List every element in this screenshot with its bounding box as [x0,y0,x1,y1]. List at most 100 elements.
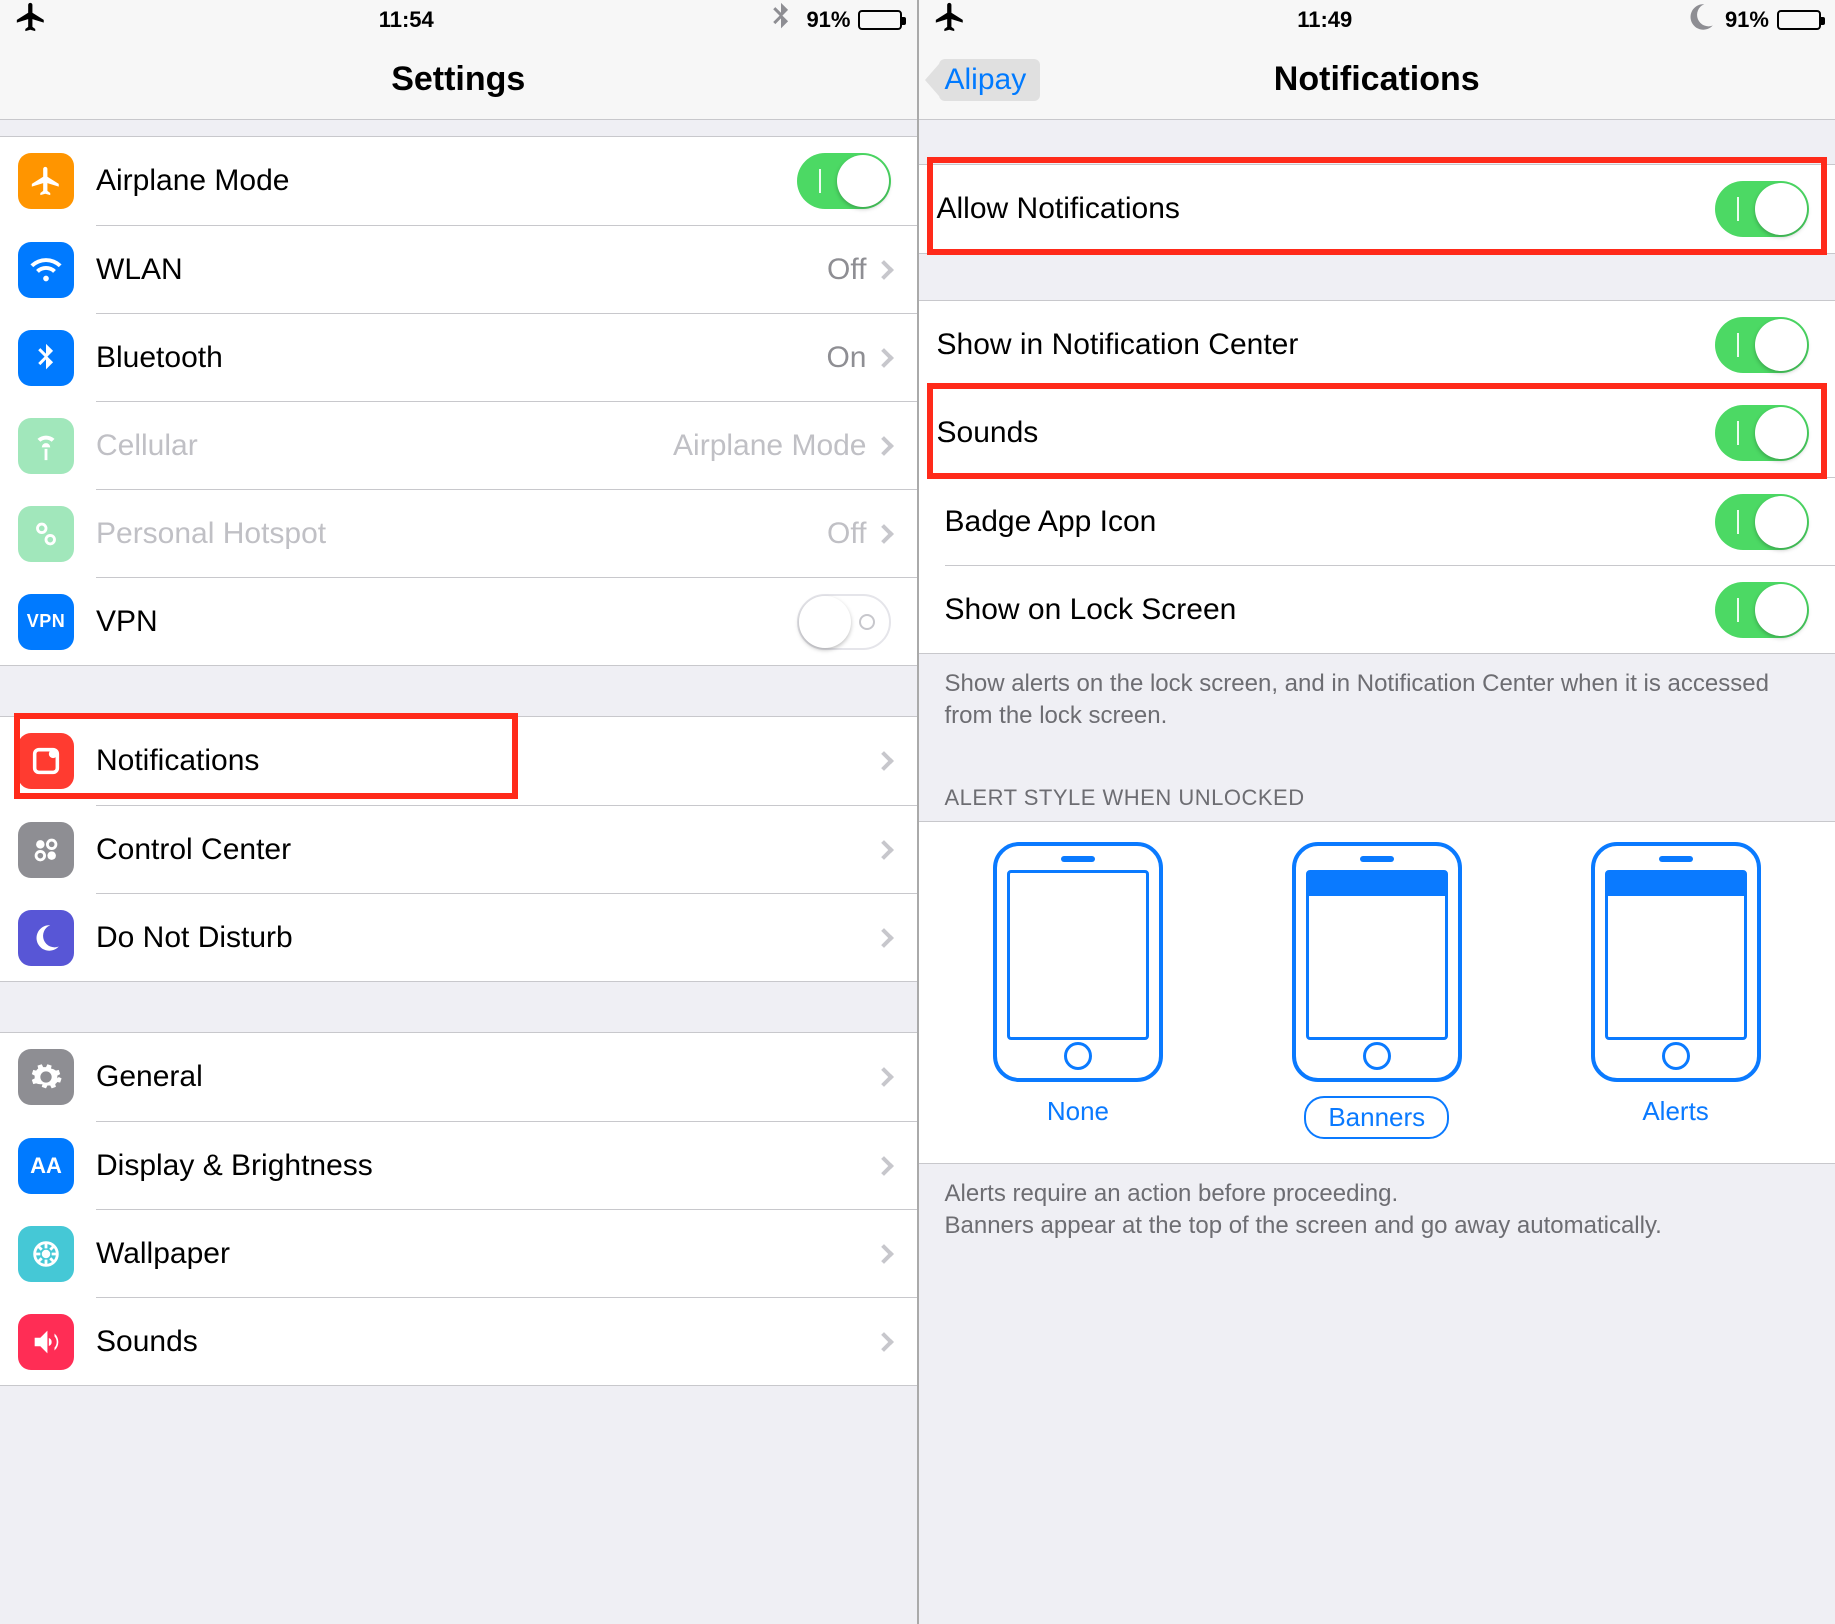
row-value: Off [827,253,866,287]
row-bluetooth[interactable]: Bluetooth On [96,313,917,401]
status-bar: 11:54 91% [0,0,917,40]
dnd-icon [18,910,74,966]
page-title: Settings [391,60,525,99]
vpn-icon: VPN [18,594,74,650]
row-airplane-mode[interactable]: Airplane Mode [0,137,917,225]
allow-group: Allow Notifications [919,164,1835,254]
battery-percent: 91% [1725,7,1769,33]
row-general[interactable]: General [0,1033,917,1121]
settings-screen: 11:54 91% Settings Airplane Mode WLAN Of… [0,0,919,1624]
chevron-right-icon [874,436,894,456]
chevron-right-icon [874,751,894,771]
wallpaper-icon [18,1226,74,1282]
chevron-right-icon [874,840,894,860]
system-group-1: Notifications Control Center Do Not Dist… [0,716,917,982]
back-label: Alipay [945,63,1027,97]
row-badge[interactable]: Badge App Icon [945,477,1835,565]
row-label: Personal Hotspot [96,517,827,551]
row-label: Display & Brightness [96,1149,877,1183]
airplane-toggle[interactable] [797,153,891,209]
badge-toggle[interactable] [1715,494,1809,550]
alert-style-group: None Banners Alerts [919,821,1835,1164]
alert-style-label: Alerts [1642,1096,1708,1127]
row-display-brightness[interactable]: AA Display & Brightness [96,1121,917,1209]
row-label: Show on Lock Screen [945,593,1716,627]
sounds-toggle[interactable] [1715,405,1809,461]
chevron-right-icon [874,1067,894,1087]
row-label: VPN [96,605,797,639]
airplane-icon [18,153,74,209]
row-personal-hotspot: Personal Hotspot Off [96,489,917,577]
chevron-right-icon [874,524,894,544]
nav-header: Alipay Notifications [919,40,1835,120]
row-control-center[interactable]: Control Center [96,805,917,893]
alert-style-label: None [1047,1096,1109,1127]
footer-lock-screen: Show alerts on the lock screen, and in N… [919,654,1835,757]
row-wlan[interactable]: WLAN Off [96,225,917,313]
status-time: 11:54 [379,7,434,33]
row-label: Wallpaper [96,1237,877,1271]
chevron-right-icon [874,1156,894,1176]
back-button[interactable]: Alipay [939,59,1041,101]
chevron-right-icon [874,928,894,948]
center-toggle[interactable] [1715,317,1809,373]
row-label: Badge App Icon [945,505,1716,539]
row-label: Notifications [96,744,877,778]
alert-style-none[interactable]: None [993,842,1163,1139]
alert-style-alerts[interactable]: Alerts [1591,842,1761,1139]
bluetooth-status-icon [764,0,798,40]
status-bar: 11:49 91% [919,0,1835,40]
row-value: Airplane Mode [673,429,866,463]
wifi-icon [18,242,74,298]
airplane-mode-status-icon [933,0,967,40]
row-vpn[interactable]: VPN VPN [96,577,917,665]
row-sounds[interactable]: Sounds [919,389,1835,477]
chevron-right-icon [874,1244,894,1264]
row-cellular: Cellular Airplane Mode [96,401,917,489]
row-notifications[interactable]: Notifications [0,717,917,805]
notifications-screen: 11:49 91% Alipay Notifications Allow Not… [919,0,1835,1624]
vpn-toggle[interactable] [797,594,891,650]
chevron-left-icon [925,64,939,96]
row-label: Airplane Mode [96,164,797,198]
row-label: Control Center [96,833,877,867]
alert-style-header: ALERT STYLE WHEN UNLOCKED [919,757,1835,821]
airplane-mode-status-icon [14,0,48,40]
footer-alert-style: Alerts require an action before proceedi… [919,1164,1835,1267]
dnd-status-icon [1683,0,1717,40]
options-group: Show in Notification Center Sounds Badge… [919,300,1835,654]
row-do-not-disturb[interactable]: Do Not Disturb [96,893,917,981]
page-title: Notifications [1274,60,1480,99]
chevron-right-icon [874,348,894,368]
gear-icon [18,1049,74,1105]
row-value: On [826,341,866,375]
sounds-icon [18,1314,74,1370]
lock-toggle[interactable] [1715,582,1809,638]
notifications-icon [18,733,74,789]
row-label: Do Not Disturb [96,921,877,955]
row-sounds[interactable]: Sounds [96,1297,917,1385]
row-allow-notifications[interactable]: Allow Notifications [919,165,1835,253]
row-label: General [96,1060,877,1094]
chevron-right-icon [874,260,894,280]
cellular-icon [18,418,74,474]
row-label: WLAN [96,253,827,287]
row-label: Sounds [96,1325,877,1359]
status-time: 11:49 [1297,7,1352,33]
hotspot-icon [18,506,74,562]
allow-toggle[interactable] [1715,181,1809,237]
alert-style-banners[interactable]: Banners [1292,842,1462,1139]
nav-header: Settings [0,40,917,120]
battery-percent: 91% [806,7,850,33]
row-label: Bluetooth [96,341,826,375]
display-icon: AA [18,1138,74,1194]
row-wallpaper[interactable]: Wallpaper [96,1209,917,1297]
chevron-right-icon [874,1332,894,1352]
control-center-icon [18,822,74,878]
system-group-2: General AA Display & Brightness Wallpape… [0,1032,917,1386]
row-value: Off [827,517,866,551]
row-lock-screen[interactable]: Show on Lock Screen [945,565,1835,653]
alert-style-label: Banners [1304,1096,1449,1139]
row-show-in-center[interactable]: Show in Notification Center [919,301,1835,389]
bluetooth-icon [18,330,74,386]
